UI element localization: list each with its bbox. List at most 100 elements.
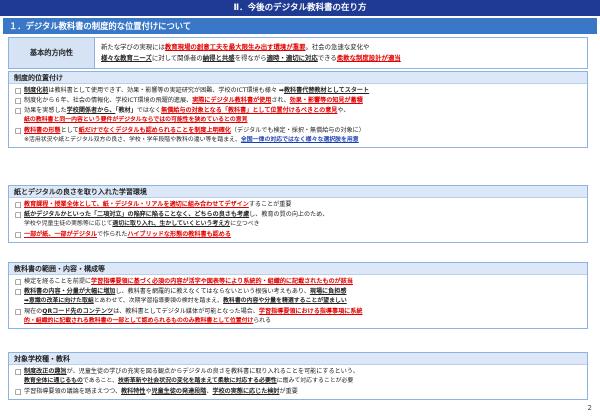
text: や、 [337,107,350,114]
text: し、教育の質の向上のため、 [249,211,329,218]
list-item-continuation: 紙の教科書と同一内容という要件がデジタルならではの可能性を狭めているとの意見 [15,116,582,126]
list-item-continuation: 学校や児童生徒の実態等に応じて適切に取り入れ、生かしていくという考え方に立つべき [15,220,582,230]
text: とあわせて、次期学習指導要領の検討を踏まえ、 [93,298,224,304]
basic-direction-label: 基本的方向性 [9,38,95,68]
text: 学校のICT環境も様々 ➡ [218,87,284,94]
text: （デジタルでも検定・採択・無償給与の対象に） [230,126,365,134]
list-item-continuation: ➡意識の改革に向けた取組とあわせて、次期学習指導要領の検討を踏まえ、教科書の内容… [15,297,582,307]
text: 児童生徒の発達段階 [151,387,207,395]
bullet-icon: □ [15,126,22,135]
text: 無償給与の対象となる「教科書」として位置付けるべきとの意見 [161,107,338,114]
list-item-continuation: 教育全体に通じるものであること、技術革新や社会状況の変化を踏まえて柔軟に対応する… [15,377,582,387]
text: 紙だけでなくデジタルも認められることを制度上明確化 [78,126,231,134]
text: 的・組織的に記載される教科書の一部として認められるもののみ教科書として位置付け [24,317,254,324]
panel-target-schools: 対象学校種・教科 □ 制度改正の趣旨が、児童生徒の学びの充実を図る観点からデジタル… [8,352,588,400]
text: に鑑みて対応することが必要 [276,378,354,384]
text: 学習指導要領における指導事項に系統 [258,307,363,315]
text: 教科特性 [121,387,146,395]
list-item: □ 効果を実感した学校関係者から、「教材」ではなく無償給与の対象となる「教科書」と… [15,106,582,116]
text: され、 [271,97,290,104]
bullet-icon: □ [15,307,22,316]
text: 紙の教科書と同一内容という要件がデジタルならではの可能性を狭めているとの意見 [24,117,248,123]
text: 教育現場の創意工夫を最大限生み出す環境が重要 [164,43,306,51]
text: は教科書として使用できず、効果・影響等の実証研究が困難、 [48,87,219,94]
header-bar: Ⅱ．今後のデジタル教科書の在り方 [0,0,600,16]
text: 制度改正の趣旨 [24,368,67,375]
list-item: □ 教科書の形態として紙だけでなくデジタルも認められることを制度上明確化（デジタル… [15,126,582,136]
bullet-icon: □ [15,107,22,115]
text: 教育全体に通じるもの [24,378,83,384]
text: 教科書の内容や分量を精選することが望ましい [223,298,347,304]
text: 現場に負担感 [309,288,347,295]
bullet-icon: □ [15,278,22,286]
text: 新たな学びの実現には [101,43,165,51]
list-note: ※活用状況や紙とデジタル双方の良さ、学校・学年段階や教科の違い等を踏まえ、全国一… [15,136,582,146]
panel-learning-environment: 紙とデジタルの良さを取り入れた学習環境 □ 教育課程・授業全体として、紙・デジタル… [8,185,588,243]
bullet-icon: □ [15,211,22,219]
text: 効果・影響等の知見が蓄積 [289,97,363,104]
basic-direction-text: 新たな学びの実現には教育現場の創意工夫を最大限生み出す環境が重要。社会の急速な変… [95,38,587,68]
list-item: □ 現在のQRコード先のコンテンツは、教科書としてデジタル媒体が可能となった場合、… [15,307,582,317]
list-item-continuation: 的・組織的に記載される教科書の一部として認められるもののみ教科書として位置付けら… [15,317,582,327]
text: 教科書の内容・分量が大幅に増加 [24,288,116,295]
header-title: Ⅱ．今後のデジタル教科書の在り方 [233,3,367,13]
text: ※活用状況や紙とデジタル双方の良さ、学校・学年段階や教科の違い等を踏まえ、 [24,136,241,143]
text: 一部が紙、一部がデジタル [24,230,98,238]
text: 適切に取り入れ、生かしていくという考え方 [112,221,231,227]
bullet-icon: □ [15,201,22,209]
text: 紙かデジタルかといった「二項対立」の陥穽に陥ることなく、どちらの良さも考慮 [24,211,250,218]
text: に対して関係者の [151,54,203,62]
text: 技術革新や社会状況の変化を踏まえて柔軟に対応する必要性 [117,378,277,384]
text: 教科書の形態 [24,126,61,134]
list-item: □ 一部が紙、一部がデジタルで作られたハイブリッドな形態の教科書も認める [15,230,582,240]
text: 柔軟な制度設計が適当 [336,54,401,62]
panel-institutional-position: 制度的位置付け □ 制度化前は教科書として使用できず、効果・影響等の実証研究が困難… [8,71,588,148]
text: 。社会の急速な変化や [305,43,370,51]
panel-heading: 対象学校種・教科 [9,353,587,365]
list-item: □ 制度化前は教科書として使用できず、効果・影響等の実証研究が困難、学校のICT環… [15,86,582,96]
bullet-icon: □ [15,97,22,105]
list-item: □ 学習指導要領の議論を踏まえつつ、教科特性や児童生徒の発達段階、学校の実態に応じ… [15,387,582,397]
text: 全国一律の対応ではなく様々な選択肢を用意 [240,136,359,143]
list-item: □ 制度化から６年、社会の情報化、学校ICT環境の飛躍的進展、実際にデジタル教科書… [15,96,582,106]
text: 学校や児童生徒の実態等に応じて [24,221,113,227]
text: 学習指導要領に基づく必須の内容が活字や図表等により系統的・組織的に記載されたもの… [91,278,353,285]
list-item: □ 制度改正の趣旨が、児童生徒の学びの充実を図る観点からデジタルの良さを教科書に取… [15,367,582,377]
list-item: □ 検定を経ることを前提に学習指導要領に基づく必須の内容が活字や図表等により系統的… [15,277,582,287]
bullet-icon: □ [15,288,22,296]
text: 教育課程・授業全体として、紙・デジタル・リアルを適切に組み合わせてデザイン [24,201,249,208]
list-item: □ 教育課程・授業全体として、紙・デジタル・リアルを適切に組み合わせてデザインする… [15,200,582,210]
text: ではなく [136,107,162,114]
basic-direction-box: 基本的方向性 新たな学びの実現には教育現場の創意工夫を最大限生み出す環境が重要。… [8,37,588,69]
text: に立つべき [230,221,260,227]
bullet-icon: □ [15,387,22,396]
text: 様々な教育ニーズ [101,54,152,62]
text: 実際にデジタル教科書が使用 [192,97,272,104]
text: 教科書代替教材としてスタート [283,87,370,94]
bullet-icon: □ [15,87,22,95]
text: することが重要 [248,201,292,208]
list-item: □ 紙かデジタルかといった「二項対立」の陥穽に陥ることなく、どちらの良さも考慮し、… [15,210,582,220]
text: ➡意識の改革に向けた取組 [24,298,94,304]
text: 現在の [24,307,43,315]
text: 制度化から６年、社会の情報化、学校ICT環境の飛躍的進展、 [24,97,193,104]
panel-heading: 教科書の範囲・内容・構成等 [9,263,587,275]
page-number: 2 [587,404,592,412]
text: し、教科書を網羅的に教えなくてはならないという根強い考えもあり、 [115,288,310,295]
text: 学校の実態に応じた検討 [212,387,280,395]
text: として [60,126,79,134]
panel-heading: 制度的位置付け [9,72,587,84]
panel-textbook-scope: 教科書の範囲・内容・構成等 □ 検定を経ることを前提に学習指導要領に基づく必須の内… [8,262,588,329]
text: 「教材」 [115,107,137,114]
text: できる [317,54,337,62]
text: 制度化前 [24,87,49,94]
panel-heading: 紙とデジタルの良さを取り入れた学習環境 [9,186,587,198]
text: 検定を経ることを前提に [24,278,92,285]
text: られる [253,317,272,324]
text: 納得と共感 [202,54,235,62]
section-title: １．デジタル教科書の制度的な位置付けについて [3,18,597,34]
text: QRコード先のコンテンツ [42,307,114,315]
text: 効果を実感した [24,107,67,114]
text: 学習指導要領の議論を踏まえつつ、 [24,387,122,395]
text: が重要 [279,387,298,395]
